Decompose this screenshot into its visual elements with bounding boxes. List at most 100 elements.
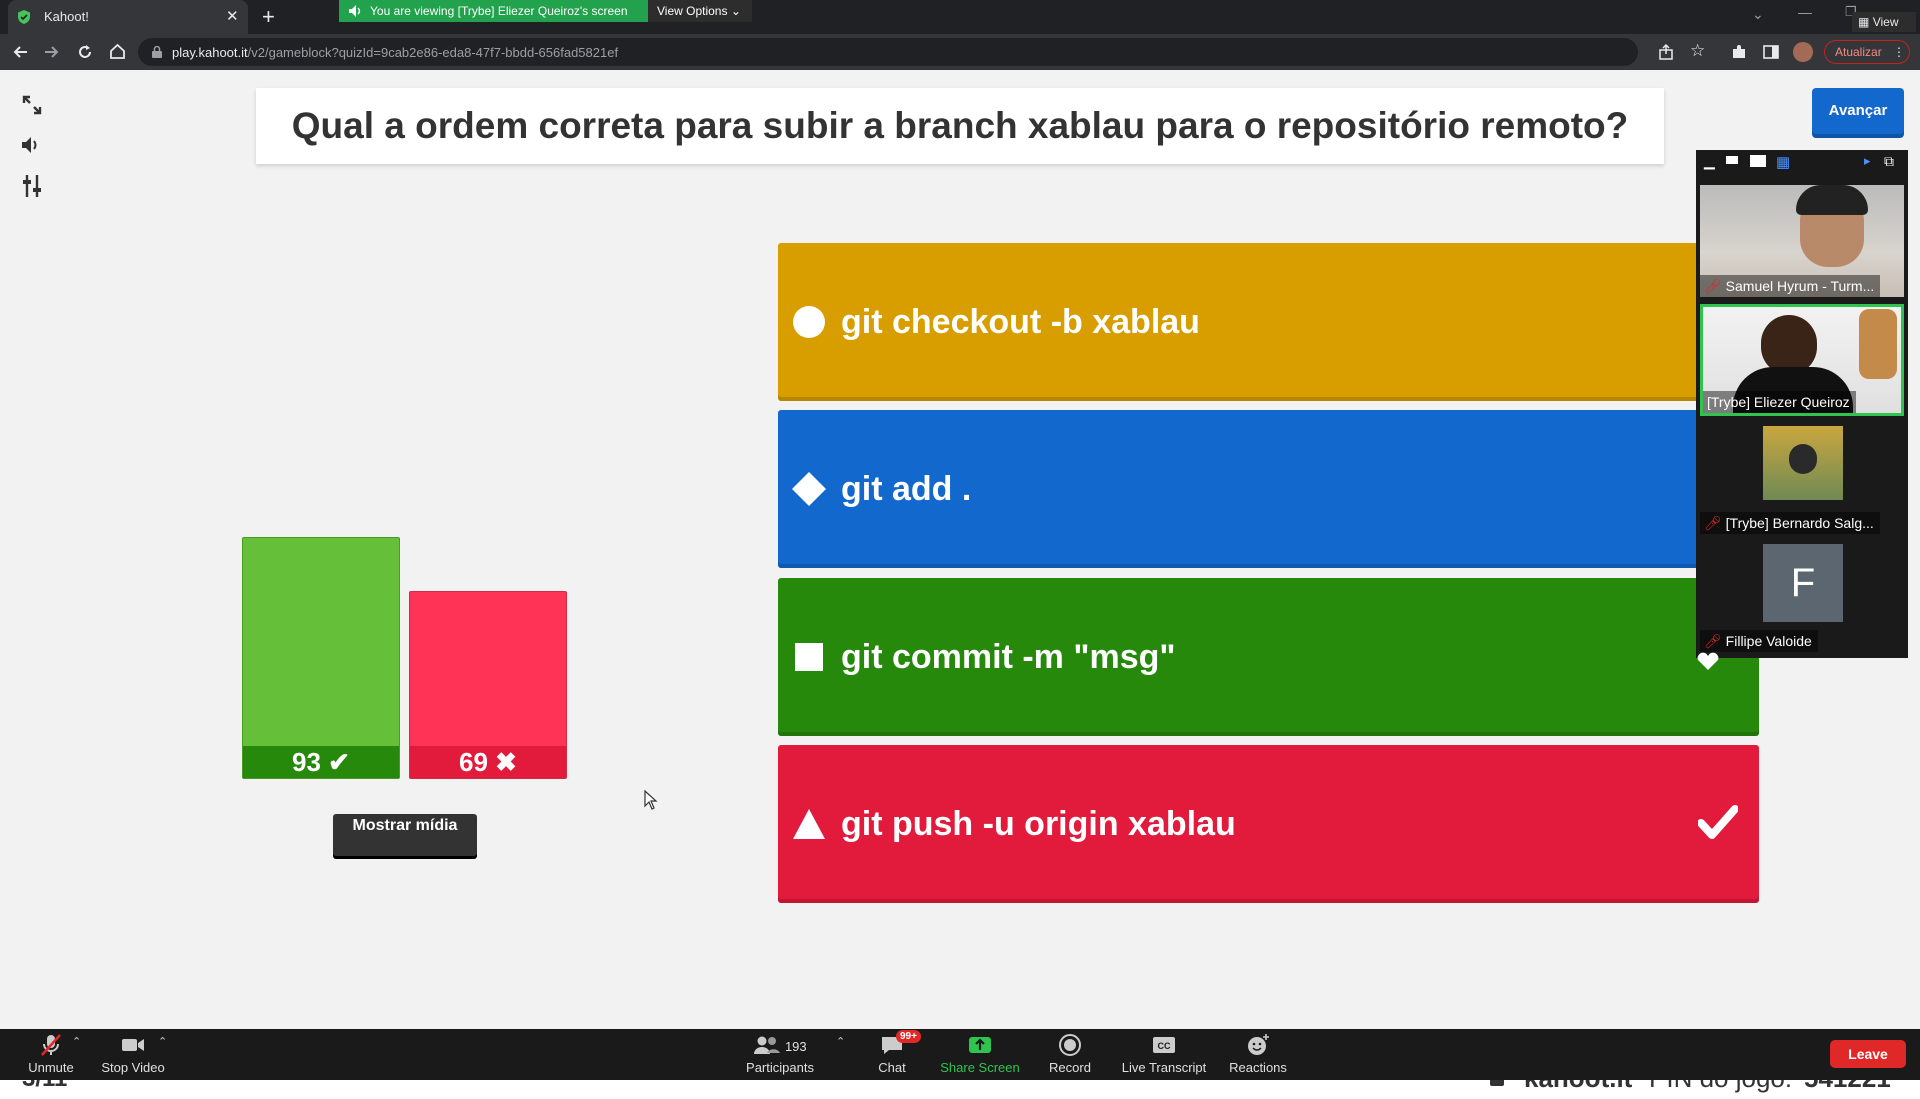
answer-text: git add . [841, 470, 972, 508]
participant-video [1761, 315, 1817, 375]
answer-text: git commit -m "msg" [841, 638, 1176, 676]
reload-icon[interactable] [77, 44, 93, 60]
chat-button[interactable]: Chat 99+ [872, 1030, 921, 1075]
participant-label: 🎤︎ [Trybe] Bernardo Salg... [1700, 512, 1880, 534]
participants-icon [754, 1036, 781, 1054]
mouse-cursor-icon [644, 790, 658, 810]
participant-name: Fillipe Valoide [1725, 633, 1812, 649]
chevron-up-icon[interactable]: ⌃ [72, 1035, 81, 1048]
url-host: play.kahoot.it [172, 45, 248, 60]
zoom-view-button[interactable]: ▦ View [1852, 12, 1916, 32]
participant-name: [Trybe] Eliezer Queiroz [1707, 394, 1850, 410]
participant-name: [Trybe] Bernardo Salg... [1725, 515, 1874, 531]
question-title: Qual a ordem correta para subir a branch… [256, 88, 1664, 164]
browser-tab[interactable]: Kahoot! ✕ [8, 0, 248, 34]
correct-count: 93 [292, 747, 321, 777]
answer-option-2[interactable]: git add . [778, 410, 1759, 568]
kebab-menu-icon: ⋮ [1893, 45, 1906, 59]
home-icon[interactable] [109, 43, 126, 60]
share-icon[interactable] [1658, 44, 1674, 60]
screen-share-text: You are viewing [Trybe] Eliezer Queiroz'… [370, 4, 628, 18]
answer-option-3[interactable]: git commit -m "msg" [778, 578, 1759, 736]
kahoot-game: Qual a ordem correta para subir a branch… [0, 70, 1920, 1099]
gallery-view-icon[interactable]: ▦ [1776, 153, 1790, 171]
grid-icon: ▦ [1858, 15, 1870, 29]
muted-mic-icon [41, 1034, 61, 1056]
fullscreen-icon[interactable] [21, 94, 43, 116]
bookmark-star-icon[interactable]: ☆ [1690, 41, 1705, 61]
record-icon [1059, 1034, 1081, 1056]
side-panel-icon[interactable] [1763, 44, 1779, 60]
settings-sliders-icon[interactable] [21, 174, 43, 198]
correct-answers-bar: 93 ✔ [242, 537, 400, 779]
forward-arrow-icon[interactable] [44, 44, 60, 60]
minimize-icon[interactable]: — [1798, 4, 1812, 20]
chevron-up-icon[interactable]: ⌃ [836, 1035, 845, 1048]
answer-option-4[interactable]: git push -u origin xablau [778, 745, 1759, 903]
reactions-label: Reactions [1229, 1060, 1287, 1075]
extensions-puzzle-icon[interactable] [1731, 44, 1747, 60]
participants-button[interactable]: 193 Participants [740, 1033, 820, 1075]
share-screen-button[interactable]: Share Screen [936, 1033, 1024, 1075]
participants-label: Participants [746, 1060, 814, 1075]
participant-avatar-initial: F [1763, 544, 1843, 622]
chevron-up-icon[interactable]: ⌃ [158, 1035, 167, 1048]
update-button[interactable]: Atualizar ⋮ [1824, 40, 1910, 64]
muted-mic-icon: 🎤︎ [1704, 278, 1722, 294]
chevron-down-icon[interactable]: ⌄ [1752, 6, 1764, 23]
hair-shape [1796, 185, 1868, 215]
next-button[interactable]: Avançar [1812, 88, 1904, 134]
url-text: play.kahoot.it/v2/gameblock?quizId=9cab2… [172, 45, 618, 60]
incorrect-answers-bar: 69 ✖ [409, 591, 567, 779]
tab-title: Kahoot! [44, 9, 89, 24]
muted-mic-icon: 🎤︎ [1704, 633, 1722, 649]
speaker-icon [349, 5, 361, 17]
participant-label: [Trybe] Eliezer Queiroz [1703, 391, 1856, 413]
participant-tile[interactable]: F 🎤︎ Fillipe Valoide [1700, 540, 1904, 652]
zoom-toolbar: Unmute ⌃ Stop Video ⌃ 193 Participants ⌃… [0, 1029, 1920, 1080]
participant-label: 🎤︎ Fillipe Valoide [1700, 630, 1818, 652]
address-bar[interactable]: play.kahoot.it/v2/gameblock?quizId=9cab2… [138, 38, 1705, 66]
answer-text: git push -u origin xablau [841, 805, 1236, 843]
view-options-button[interactable]: View Options ⌄ [648, 0, 752, 22]
show-media-button[interactable]: Mostrar mídia [333, 814, 477, 856]
leave-meeting-button[interactable]: Leave [1830, 1040, 1906, 1068]
participant-tile[interactable]: 🎤︎ Samuel Hyrum - Turm... [1700, 185, 1904, 297]
strip-view-icon[interactable] [1726, 156, 1738, 164]
reactions-button[interactable]: Reactions [1226, 1033, 1290, 1075]
lock-icon [152, 46, 162, 58]
minimize-icon[interactable]: ▁ [1704, 153, 1715, 170]
pop-out-icon[interactable]: ⧉ [1884, 153, 1894, 170]
square-shape-icon [795, 643, 823, 671]
unmute-label: Unmute [28, 1060, 74, 1075]
incorrect-count-label: 69 ✖ [410, 746, 566, 778]
browser-tab-bar: Kahoot! ✕ + You are viewing [Trybe] Elie… [0, 0, 1920, 34]
view-label: View [1872, 15, 1899, 29]
screen-share-banner: You are viewing [Trybe] Eliezer Queiroz'… [339, 0, 648, 22]
guitar-shape [1859, 309, 1897, 379]
answer-option-1[interactable]: git checkout -b xablau [778, 243, 1759, 401]
record-label: Record [1049, 1060, 1091, 1075]
muted-mic-icon: 🎤︎ [1704, 515, 1722, 531]
gallery-toolbar: ▁ ▦ ▸ ⧉ [1696, 150, 1908, 180]
volume-icon[interactable] [20, 134, 42, 156]
share-screen-icon [969, 1037, 991, 1053]
chevron-down-icon: ⌄ [730, 4, 741, 18]
update-label: Atualizar [1835, 45, 1882, 59]
url-path: /v2/gameblock?quizId=9cab2e86-eda8-47f7-… [247, 45, 619, 60]
svg-text:CC: CC [1158, 1041, 1171, 1051]
participant-tile[interactable]: 🎤︎ [Trybe] Bernardo Salg... [1700, 422, 1904, 534]
arrow-right-icon[interactable]: ▸ [1864, 153, 1871, 169]
smiley-icon [1248, 1034, 1269, 1055]
live-transcript-button[interactable]: CC Live Transcript [1116, 1033, 1212, 1075]
correct-count-label: 93 ✔ [243, 746, 399, 778]
participant-tile-active-speaker[interactable]: [Trybe] Eliezer Queiroz [1700, 304, 1904, 416]
answer-text: git checkout -b xablau [841, 303, 1200, 341]
record-button[interactable]: Record [1044, 1033, 1096, 1075]
new-tab-icon[interactable]: + [262, 4, 275, 30]
speaker-view-icon[interactable] [1750, 155, 1766, 167]
close-tab-icon[interactable]: ✕ [226, 7, 239, 25]
back-arrow-icon[interactable] [12, 44, 28, 60]
profile-avatar[interactable] [1793, 42, 1813, 62]
closed-captions-icon: CC [1153, 1037, 1175, 1053]
